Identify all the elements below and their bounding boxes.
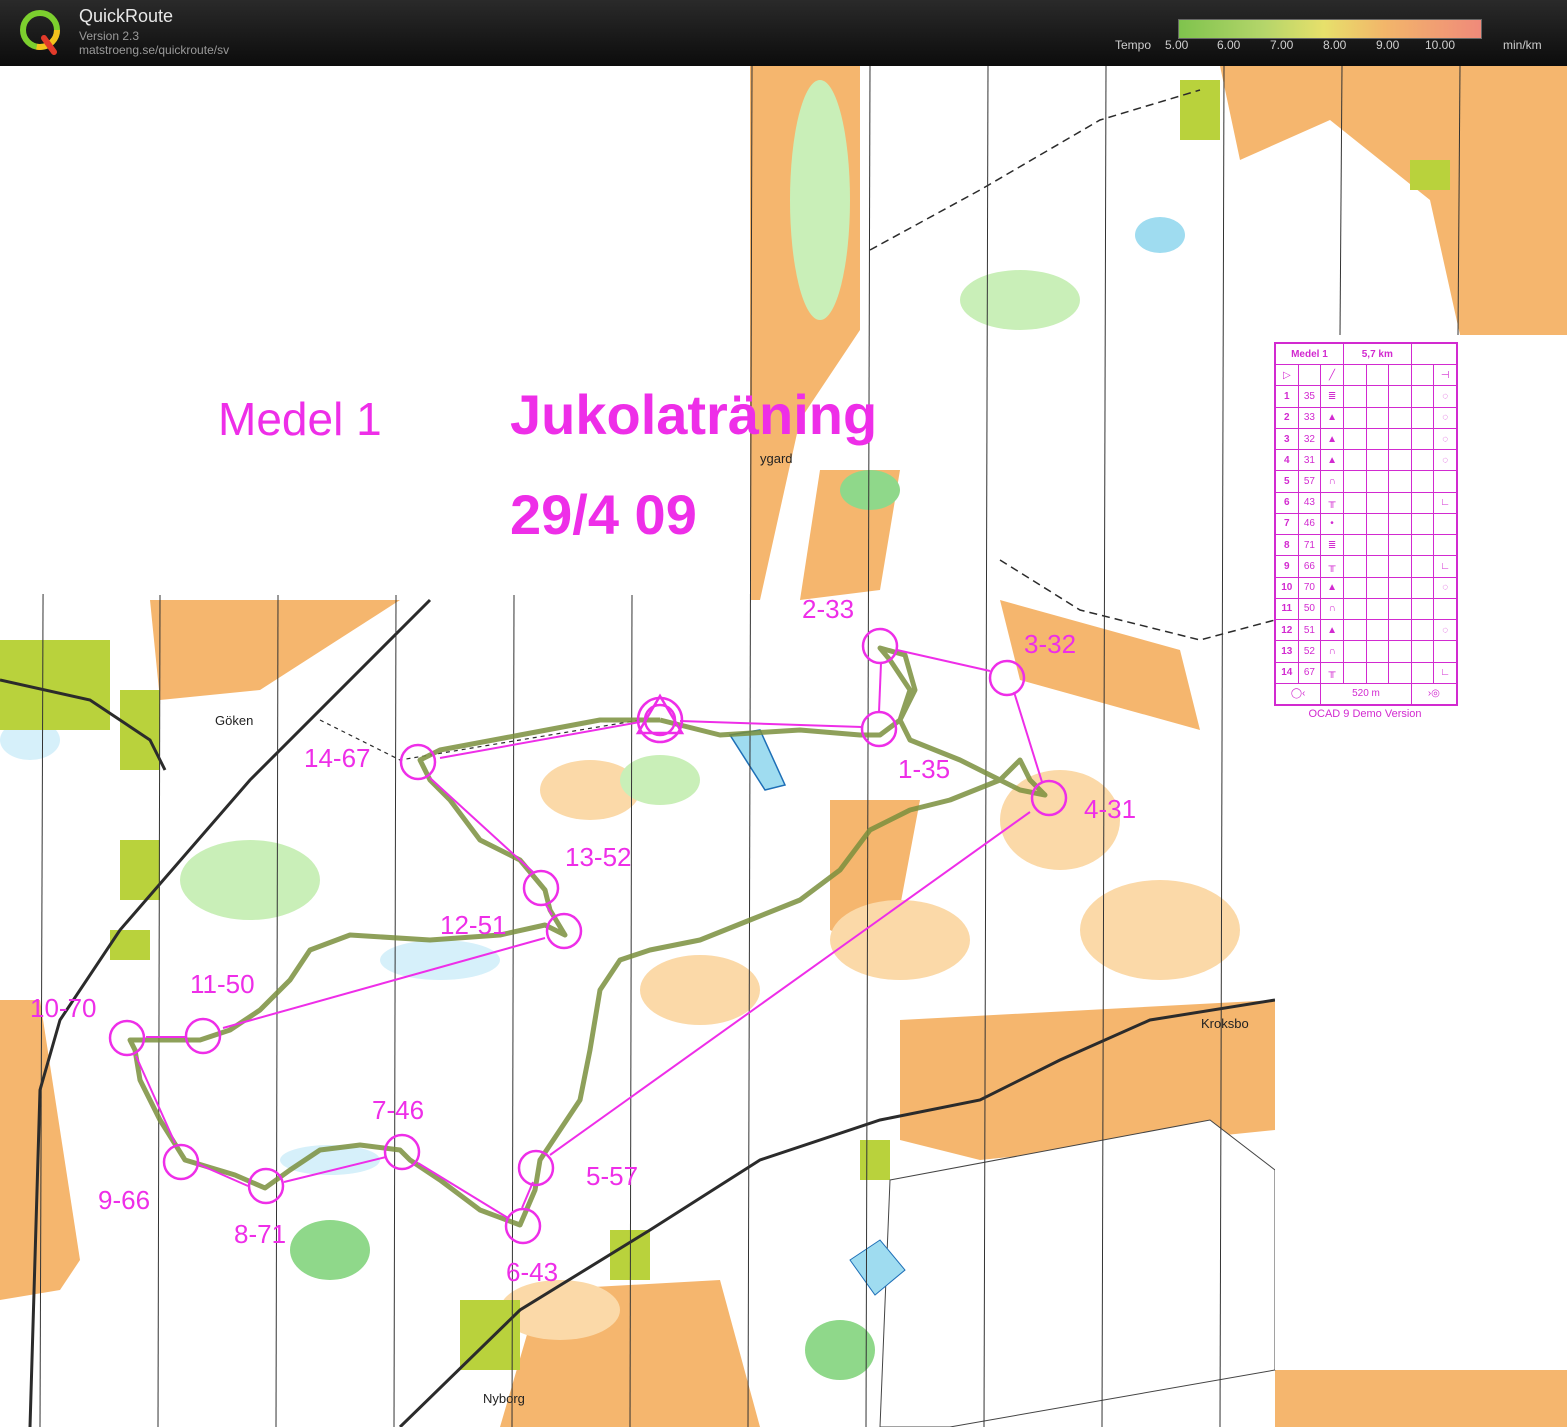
app-name: QuickRoute [79, 6, 174, 26]
tempo-unit: min/km [1503, 38, 1542, 52]
control-code: 32 [1297, 427, 1322, 451]
control-number: 13 [1275, 640, 1299, 663]
control-code: 46 [1297, 512, 1322, 536]
line-icon: ╱ [1320, 364, 1344, 387]
app-url[interactable]: matstroeng.se/quickroute/sv [79, 43, 229, 57]
control-code: 43 [1297, 491, 1322, 514]
detail-icon: ◌ [1433, 385, 1457, 408]
control-label: 3-32 [1024, 629, 1076, 659]
hill-icon: ▲ [1320, 576, 1344, 599]
marsh-icon: ≣ [1320, 385, 1344, 408]
control-label: 4-31 [1084, 794, 1136, 824]
cliff-icon: ╥ [1320, 661, 1344, 684]
tempo-color-scale [1178, 19, 1482, 39]
finish-icon: ›◎ [1410, 682, 1458, 706]
place-name: Nyborg [483, 1391, 525, 1406]
control-code: 52 [1297, 640, 1322, 663]
hill-icon: ▲ [1320, 406, 1344, 429]
control-label: 5-57 [586, 1161, 638, 1191]
tempo-tick: 5.00 [1165, 38, 1189, 52]
corner-icon: ∟ [1433, 491, 1457, 514]
control-code: 33 [1297, 406, 1322, 429]
control-code: 51 [1297, 619, 1322, 642]
control-label: 14-67 [304, 743, 371, 773]
event-date: 29/4 09 [510, 483, 697, 546]
hill-icon: ▲ [1320, 619, 1344, 642]
reentrant-icon: ∩ [1320, 597, 1344, 621]
control-number: 8 [1275, 534, 1299, 557]
control-code: 31 [1297, 449, 1322, 472]
control-label: 2-33 [802, 594, 854, 624]
control-number: 5 [1275, 470, 1299, 493]
tempo-label: Tempo [1115, 38, 1152, 52]
control-label: 6-43 [506, 1257, 558, 1287]
boulder-icon: • [1320, 512, 1344, 536]
cliff-icon: ╥ [1320, 491, 1344, 514]
symbol-icon: ⊣ [1433, 364, 1457, 387]
detail-icon: ◌ [1433, 406, 1457, 429]
cliff-icon: ╥ [1320, 555, 1344, 578]
detail-icon: ◌ [1433, 449, 1457, 472]
tempo-tick: 8.00 [1323, 38, 1347, 52]
detail-icon: ◌ [1433, 619, 1457, 642]
start-icon: ▷ [1275, 364, 1299, 387]
event-title: Jukolaträning [510, 383, 878, 446]
corner-icon: ∟ [1433, 555, 1457, 578]
control-label: 12-51 [440, 910, 507, 940]
control-code: 35 [1297, 385, 1322, 408]
detail-icon: ◌ [1433, 576, 1457, 599]
tempo-tick: 9.00 [1376, 38, 1400, 52]
finish-distance: 520 m [1320, 682, 1412, 706]
control-code: 66 [1297, 555, 1322, 578]
control-label: 7-46 [372, 1095, 424, 1125]
control-label: 13-52 [565, 842, 632, 872]
control-number: 7 [1275, 512, 1299, 536]
control-number: 4 [1275, 449, 1299, 472]
marsh-icon: ≣ [1320, 534, 1344, 557]
course-length: 5,7 km [1342, 342, 1412, 366]
ocad-note: OCAD 9 Demo Version [1308, 708, 1422, 720]
control-number: 9 [1275, 555, 1299, 578]
course-name: Medel 1 [1275, 342, 1344, 366]
tempo-tick: 10.00 [1425, 38, 1456, 52]
quickroute-logo [20, 10, 60, 55]
reentrant-icon: ∩ [1320, 640, 1344, 663]
orienteering-map[interactable]: 1-35 2-33 3-32 4-31 5-57 6-43 7-46 8-71 … [0, 66, 1567, 1427]
control-number: 11 [1275, 597, 1299, 621]
place-name: Kroksbo [1201, 1016, 1249, 1031]
control-label: 11-50 [190, 969, 255, 999]
hill-icon: ▲ [1320, 449, 1344, 472]
control-number: 3 [1275, 427, 1299, 451]
corner-icon: ∟ [1433, 661, 1457, 684]
control-code: 67 [1297, 661, 1322, 684]
control-label: 1-35 [898, 754, 950, 784]
finish-icon: ◯‹ [1274, 682, 1322, 706]
control-number: 1 [1275, 385, 1299, 408]
control-label: 9-66 [98, 1185, 150, 1215]
control-code: 57 [1297, 470, 1322, 493]
control-number: 12 [1275, 619, 1299, 642]
control-number: 2 [1275, 406, 1299, 429]
detail-icon: ◌ [1433, 427, 1457, 451]
app-version: Version 2.3 [79, 29, 140, 43]
control-label: 10-70 [30, 993, 97, 1023]
top-bar: QuickRoute Version 2.3 matstroeng.se/qui… [0, 0, 1567, 66]
control-label: 8-71 [234, 1219, 286, 1249]
place-name: Göken [215, 713, 253, 728]
tempo-tick: 6.00 [1217, 38, 1241, 52]
control-number: 10 [1275, 576, 1299, 599]
tempo-tick: 7.00 [1270, 38, 1294, 52]
reentrant-icon: ∩ [1320, 470, 1344, 493]
control-code: 50 [1297, 597, 1322, 621]
control-code: 70 [1297, 576, 1322, 599]
control-code: 71 [1297, 534, 1322, 557]
hill-icon: ▲ [1320, 427, 1344, 451]
course-class-title: Medel 1 [218, 393, 382, 445]
control-number: 14 [1275, 661, 1299, 684]
control-description-sheet: Medel 1 5,7 km ▷ ╱ ⊣ 1 35 ≣ ◌ 2 33 ▲ ◌ 3 32 ▲ ◌ 4 31… [1274, 342, 1458, 706]
place-name: ygard [760, 451, 793, 466]
control-number: 6 [1275, 491, 1299, 514]
